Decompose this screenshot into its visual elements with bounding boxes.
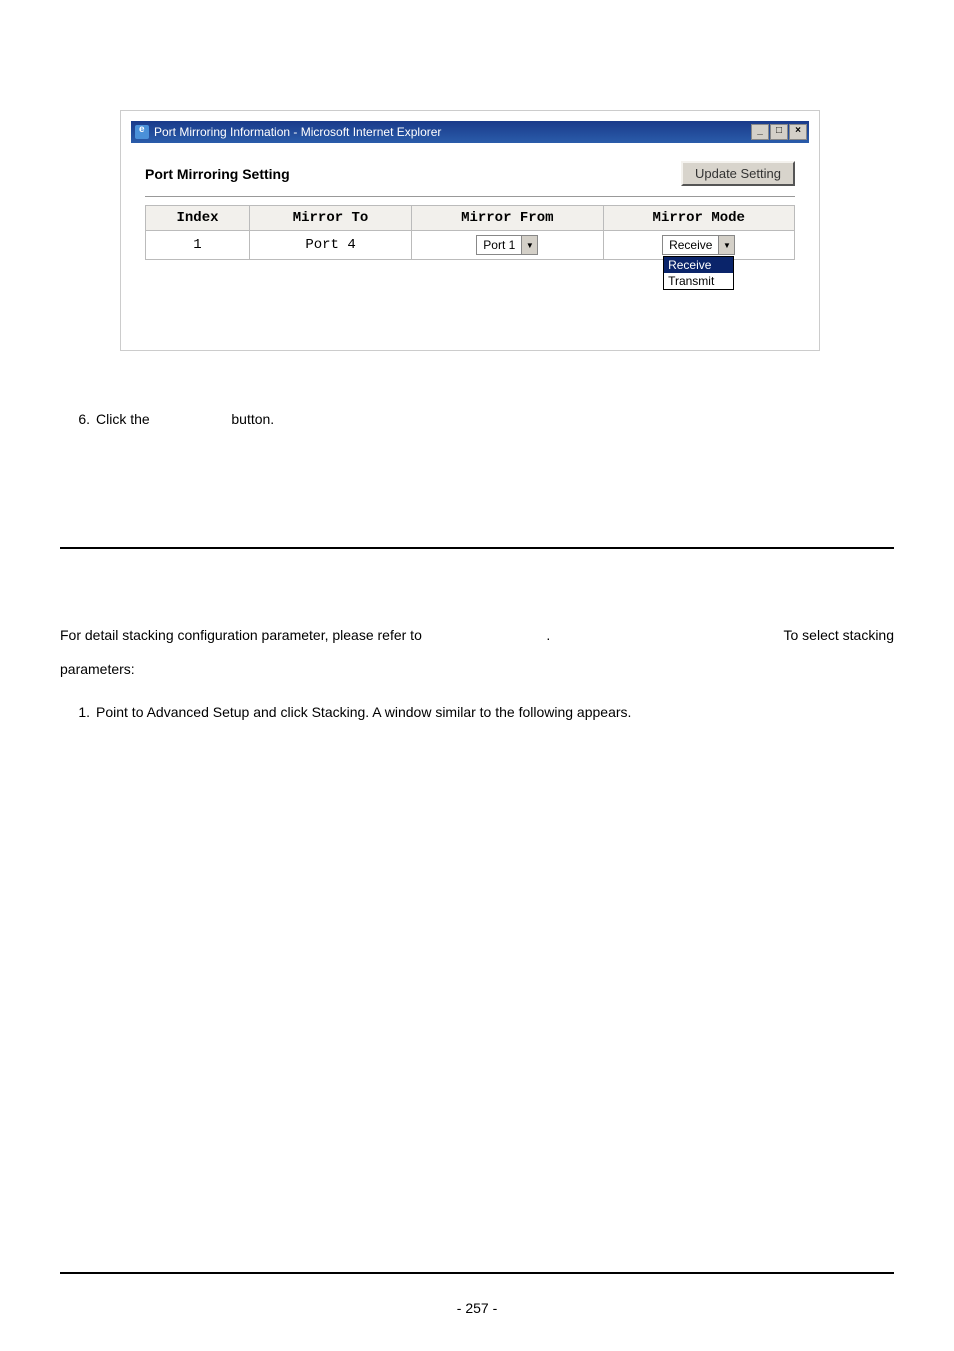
mirror-table: Index Mirror To Mirror From Mirror Mode … bbox=[145, 205, 795, 260]
minimize-button[interactable]: _ bbox=[751, 124, 769, 140]
mirror-mode-select[interactable]: Receive ▼ Receive Transmit bbox=[662, 235, 735, 255]
col-mirror-from: Mirror From bbox=[412, 205, 603, 231]
step-6: 6. Click the button. bbox=[60, 411, 894, 427]
window-title: Port Mirroring Information - Microsoft I… bbox=[154, 125, 441, 139]
body-right: To select stacking bbox=[784, 619, 895, 653]
step-1-num: 1. bbox=[60, 704, 90, 720]
chevron-down-icon: ▼ bbox=[521, 236, 537, 254]
close-button[interactable]: × bbox=[789, 124, 807, 140]
cell-mirror-from: Port 1 ▼ bbox=[412, 231, 603, 260]
mirror-mode-options: Receive Transmit bbox=[663, 256, 734, 290]
chevron-down-icon: ▼ bbox=[718, 236, 734, 254]
step-6-post: button. bbox=[231, 411, 274, 427]
cell-mirror-to: Port 4 bbox=[250, 231, 412, 260]
col-mirror-to: Mirror To bbox=[250, 205, 412, 231]
step-1-text: Point to Advanced Setup and click Stacki… bbox=[96, 704, 631, 720]
mirror-from-value: Port 1 bbox=[477, 238, 521, 252]
mirror-from-select[interactable]: Port 1 ▼ bbox=[476, 235, 538, 255]
body-pre: For detail stacking configuration parame… bbox=[60, 627, 422, 643]
step-6-num: 6. bbox=[60, 411, 90, 427]
section-divider bbox=[60, 547, 894, 549]
page-number: - 257 - bbox=[0, 1300, 954, 1316]
col-index: Index bbox=[145, 205, 250, 231]
browser-window: Port Mirroring Information - Microsoft I… bbox=[120, 110, 820, 351]
option-transmit[interactable]: Transmit bbox=[664, 273, 733, 289]
option-receive[interactable]: Receive bbox=[664, 257, 733, 273]
mirror-mode-value: Receive bbox=[663, 238, 718, 252]
titlebar: Port Mirroring Information - Microsoft I… bbox=[131, 121, 809, 143]
step-1: 1. Point to Advanced Setup and click Sta… bbox=[60, 704, 894, 720]
body-paragraph: For detail stacking configuration parame… bbox=[60, 619, 894, 686]
ie-icon bbox=[135, 125, 149, 139]
table-row: 1 Port 4 Port 1 ▼ Receive ▼ Rec bbox=[145, 231, 795, 260]
maximize-button[interactable]: □ bbox=[770, 124, 788, 140]
update-setting-button[interactable]: Update Setting bbox=[681, 161, 795, 186]
body-param: parameters: bbox=[60, 653, 894, 687]
content-area: Port Mirroring Setting Update Setting In… bbox=[131, 143, 809, 340]
cell-mirror-mode: Receive ▼ Receive Transmit bbox=[604, 231, 795, 260]
divider bbox=[145, 196, 795, 197]
cell-index: 1 bbox=[145, 231, 250, 260]
body-dot: . bbox=[546, 627, 550, 643]
footer-divider bbox=[60, 1272, 894, 1274]
col-mirror-mode: Mirror Mode bbox=[604, 205, 795, 231]
page-title: Port Mirroring Setting bbox=[145, 166, 681, 182]
step-6-pre: Click the bbox=[96, 411, 150, 427]
